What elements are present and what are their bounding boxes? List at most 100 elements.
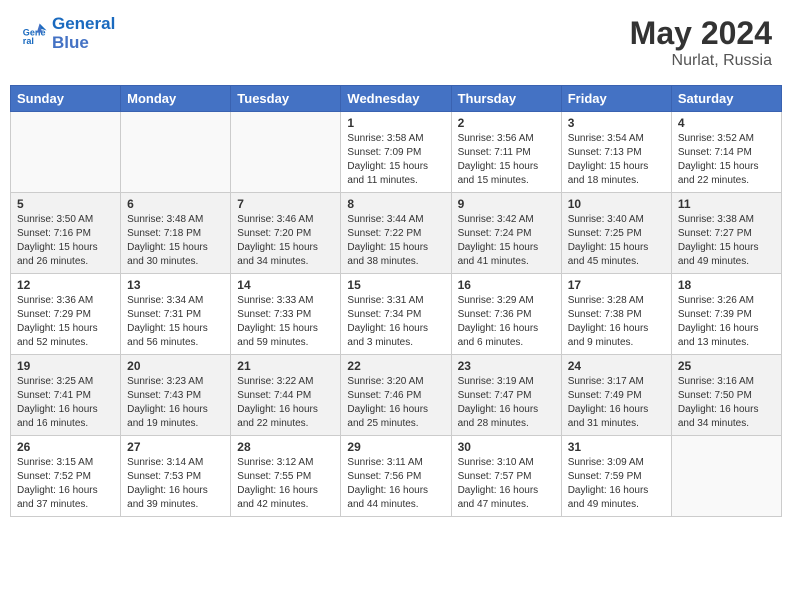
day-number: 7 bbox=[237, 197, 334, 211]
week-row-3: 19 Sunrise: 3:25 AM Sunset: 7:41 PM Dayli… bbox=[11, 355, 782, 436]
logo-line2: Blue bbox=[52, 34, 115, 53]
week-row-4: 26 Sunrise: 3:15 AM Sunset: 7:52 PM Dayli… bbox=[11, 436, 782, 517]
page-header: Gene ral General Blue May 2024 Nurlat, R… bbox=[10, 10, 782, 75]
day-info: Sunrise: 3:25 AM Sunset: 7:41 PM Dayligh… bbox=[17, 375, 114, 431]
day-number: 21 bbox=[237, 359, 334, 373]
day-info: Sunrise: 3:23 AM Sunset: 7:43 PM Dayligh… bbox=[127, 375, 224, 431]
day-cell-18: 18 Sunrise: 3:26 AM Sunset: 7:39 PM Dayli… bbox=[671, 274, 781, 355]
day-cell-15: 15Sunrise: 3:31 AM Sunset: 7:34 PM Dayli… bbox=[341, 274, 451, 355]
day-cell-2: 2Sunrise: 3:56 AM Sunset: 7:11 PM Daylig… bbox=[451, 112, 561, 193]
day-info: Sunrise: 3:34 AM Sunset: 7:31 PM Dayligh… bbox=[127, 294, 224, 350]
day-cell-7: 7 Sunrise: 3:46 AM Sunset: 7:20 PM Daylig… bbox=[231, 193, 341, 274]
day-cell-9: 9 Sunrise: 3:42 AM Sunset: 7:24 PM Daylig… bbox=[451, 193, 561, 274]
day-info: Sunrise: 3:10 AM Sunset: 7:57 PM Dayligh… bbox=[458, 456, 555, 512]
day-cell-4: 4 Sunrise: 3:52 AM Sunset: 7:14 PM Daylig… bbox=[671, 112, 781, 193]
empty-cell bbox=[231, 112, 341, 193]
day-number: 20 bbox=[127, 359, 224, 373]
day-number: 25 bbox=[678, 359, 775, 373]
day-number: 5 bbox=[17, 197, 114, 211]
day-number: 9 bbox=[458, 197, 555, 211]
day-info: Sunrise: 3:16 AM Sunset: 7:50 PM Dayligh… bbox=[678, 375, 775, 431]
day-number: 26 bbox=[17, 440, 114, 454]
day-number: 1 bbox=[347, 116, 444, 130]
day-number: 27 bbox=[127, 440, 224, 454]
day-info: Sunrise: 3:14 AM Sunset: 7:53 PM Dayligh… bbox=[127, 456, 224, 512]
day-number: 14 bbox=[237, 278, 334, 292]
day-info: Sunrise: 3:44 AM Sunset: 7:22 PM Dayligh… bbox=[347, 213, 444, 269]
day-info: Sunrise: 3:33 AM Sunset: 7:33 PM Dayligh… bbox=[237, 294, 334, 350]
day-cell-29: 29Sunrise: 3:11 AM Sunset: 7:56 PM Dayli… bbox=[341, 436, 451, 517]
day-info: Sunrise: 3:09 AM Sunset: 7:59 PM Dayligh… bbox=[568, 456, 665, 512]
day-info: Sunrise: 3:20 AM Sunset: 7:46 PM Dayligh… bbox=[347, 375, 444, 431]
day-number: 29 bbox=[347, 440, 444, 454]
day-info: Sunrise: 3:36 AM Sunset: 7:29 PM Dayligh… bbox=[17, 294, 114, 350]
day-info: Sunrise: 3:58 AM Sunset: 7:09 PM Dayligh… bbox=[347, 132, 444, 188]
day-cell-3: 3 Sunrise: 3:54 AM Sunset: 7:13 PM Daylig… bbox=[561, 112, 671, 193]
logo-line1: General bbox=[52, 14, 115, 33]
weekday-saturday: Saturday bbox=[671, 86, 781, 112]
day-info: Sunrise: 3:15 AM Sunset: 7:52 PM Dayligh… bbox=[17, 456, 114, 512]
day-cell-24: 24Sunrise: 3:17 AM Sunset: 7:49 PM Dayli… bbox=[561, 355, 671, 436]
day-cell-21: 21Sunrise: 3:22 AM Sunset: 7:44 PM Dayli… bbox=[231, 355, 341, 436]
day-number: 6 bbox=[127, 197, 224, 211]
day-number: 3 bbox=[568, 116, 665, 130]
day-cell-20: 20 Sunrise: 3:23 AM Sunset: 7:43 PM Dayli… bbox=[121, 355, 231, 436]
day-cell-13: 13Sunrise: 3:34 AM Sunset: 7:31 PM Dayli… bbox=[121, 274, 231, 355]
day-cell-12: 12Sunrise: 3:36 AM Sunset: 7:29 PM Dayli… bbox=[11, 274, 121, 355]
day-cell-22: 22 Sunrise: 3:20 AM Sunset: 7:46 PM Dayli… bbox=[341, 355, 451, 436]
svg-text:ral: ral bbox=[23, 35, 34, 45]
day-cell-23: 23Sunrise: 3:19 AM Sunset: 7:47 PM Dayli… bbox=[451, 355, 561, 436]
logo-text: General Blue bbox=[52, 15, 115, 52]
day-number: 15 bbox=[347, 278, 444, 292]
day-number: 19 bbox=[17, 359, 114, 373]
day-cell-26: 26 Sunrise: 3:15 AM Sunset: 7:52 PM Dayli… bbox=[11, 436, 121, 517]
weekday-tuesday: Tuesday bbox=[231, 86, 341, 112]
day-number: 22 bbox=[347, 359, 444, 373]
location: Nurlat, Russia bbox=[630, 52, 772, 70]
day-cell-10: 10 Sunrise: 3:40 AM Sunset: 7:25 PM Dayli… bbox=[561, 193, 671, 274]
day-info: Sunrise: 3:52 AM Sunset: 7:14 PM Dayligh… bbox=[678, 132, 775, 188]
weekday-sunday: Sunday bbox=[11, 86, 121, 112]
weekday-wednesday: Wednesday bbox=[341, 86, 451, 112]
day-cell-1: 1 Sunrise: 3:58 AM Sunset: 7:09 PM Daylig… bbox=[341, 112, 451, 193]
day-number: 10 bbox=[568, 197, 665, 211]
day-info: Sunrise: 3:19 AM Sunset: 7:47 PM Dayligh… bbox=[458, 375, 555, 431]
day-number: 8 bbox=[347, 197, 444, 211]
weekday-monday: Monday bbox=[121, 86, 231, 112]
title-block: May 2024 Nurlat, Russia bbox=[630, 15, 772, 70]
day-cell-31: 31Sunrise: 3:09 AM Sunset: 7:59 PM Dayli… bbox=[561, 436, 671, 517]
day-cell-11: 11 Sunrise: 3:38 AM Sunset: 7:27 PM Dayli… bbox=[671, 193, 781, 274]
empty-cell bbox=[121, 112, 231, 193]
day-info: Sunrise: 3:12 AM Sunset: 7:55 PM Dayligh… bbox=[237, 456, 334, 512]
day-info: Sunrise: 3:48 AM Sunset: 7:18 PM Dayligh… bbox=[127, 213, 224, 269]
day-cell-28: 28Sunrise: 3:12 AM Sunset: 7:55 PM Dayli… bbox=[231, 436, 341, 517]
day-info: Sunrise: 3:54 AM Sunset: 7:13 PM Dayligh… bbox=[568, 132, 665, 188]
day-number: 2 bbox=[458, 116, 555, 130]
day-cell-5: 5Sunrise: 3:50 AM Sunset: 7:16 PM Daylig… bbox=[11, 193, 121, 274]
day-info: Sunrise: 3:28 AM Sunset: 7:38 PM Dayligh… bbox=[568, 294, 665, 350]
day-number: 11 bbox=[678, 197, 775, 211]
week-row-0: 1 Sunrise: 3:58 AM Sunset: 7:09 PM Daylig… bbox=[11, 112, 782, 193]
day-cell-25: 25 Sunrise: 3:16 AM Sunset: 7:50 PM Dayli… bbox=[671, 355, 781, 436]
day-cell-16: 16Sunrise: 3:29 AM Sunset: 7:36 PM Dayli… bbox=[451, 274, 561, 355]
day-info: Sunrise: 3:40 AM Sunset: 7:25 PM Dayligh… bbox=[568, 213, 665, 269]
day-info: Sunrise: 3:38 AM Sunset: 7:27 PM Dayligh… bbox=[678, 213, 775, 269]
day-cell-19: 19 Sunrise: 3:25 AM Sunset: 7:41 PM Dayli… bbox=[11, 355, 121, 436]
day-info: Sunrise: 3:46 AM Sunset: 7:20 PM Dayligh… bbox=[237, 213, 334, 269]
day-cell-14: 14 Sunrise: 3:33 AM Sunset: 7:33 PM Dayli… bbox=[231, 274, 341, 355]
day-cell-30: 30 Sunrise: 3:10 AM Sunset: 7:57 PM Dayli… bbox=[451, 436, 561, 517]
day-number: 18 bbox=[678, 278, 775, 292]
day-number: 4 bbox=[678, 116, 775, 130]
empty-cell bbox=[11, 112, 121, 193]
month-year: May 2024 bbox=[630, 15, 772, 52]
day-cell-6: 6 Sunrise: 3:48 AM Sunset: 7:18 PM Daylig… bbox=[121, 193, 231, 274]
calendar: SundayMondayTuesdayWednesdayThursdayFrid… bbox=[10, 85, 782, 517]
weekday-thursday: Thursday bbox=[451, 86, 561, 112]
day-info: Sunrise: 3:42 AM Sunset: 7:24 PM Dayligh… bbox=[458, 213, 555, 269]
day-info: Sunrise: 3:26 AM Sunset: 7:39 PM Dayligh… bbox=[678, 294, 775, 350]
day-number: 30 bbox=[458, 440, 555, 454]
logo-icon: Gene ral bbox=[20, 20, 48, 48]
logo: Gene ral General Blue bbox=[20, 15, 115, 52]
day-number: 17 bbox=[568, 278, 665, 292]
day-cell-27: 27 Sunrise: 3:14 AM Sunset: 7:53 PM Dayli… bbox=[121, 436, 231, 517]
